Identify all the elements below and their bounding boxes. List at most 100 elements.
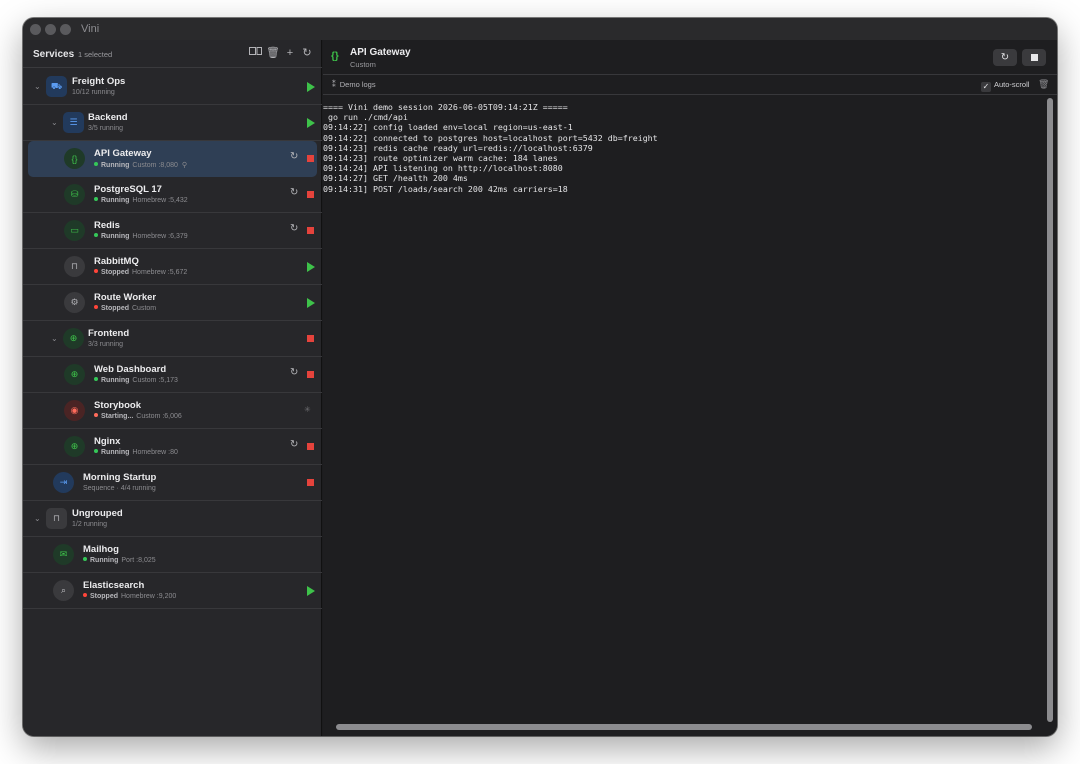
stop-button[interactable]	[307, 335, 314, 342]
stop-button[interactable]	[307, 155, 314, 162]
group-row[interactable]: ⌄ ⊓ Ungrouped 1/2 running	[23, 501, 322, 537]
row-name: Elasticsearch	[83, 580, 145, 591]
restart-button[interactable]: ↻	[290, 367, 298, 378]
loading-spinner-icon: ✳	[304, 405, 311, 414]
row-name: Nginx	[94, 436, 121, 447]
restart-button[interactable]: ↻	[290, 439, 298, 450]
refresh-icon[interactable]: ↻	[300, 46, 314, 60]
selection-count: 1 selected	[78, 50, 113, 59]
truck-icon: ⛟	[46, 76, 67, 97]
service-detail: Homebrew :5,432	[132, 197, 188, 204]
service-row[interactable]: ⚙ Route Worker Stopped Custom	[23, 285, 322, 321]
autoscroll-label: Auto-scroll	[994, 80, 1030, 89]
braces-icon: {}	[331, 51, 339, 62]
vertical-scrollbar[interactable]	[1047, 98, 1053, 722]
stop-button[interactable]	[307, 227, 314, 234]
title-bar: Vini	[23, 18, 1057, 40]
group-row[interactable]: ⌄ ☰ Backend 3/5 running	[23, 105, 322, 141]
row-status: Stopped Homebrew :5,672	[94, 269, 187, 276]
mail-icon: ✉	[53, 544, 74, 565]
log-source-label: Demo logs	[339, 80, 376, 89]
service-row[interactable]: ✉ Mailhog Running Port :8,025	[23, 537, 322, 573]
clear-logs-icon[interactable]: 🗑	[1038, 79, 1049, 90]
service-row[interactable]: ⌕ Elasticsearch Stopped Homebrew :9,200	[23, 573, 322, 609]
status-text: Running	[101, 162, 130, 169]
start-button[interactable]	[307, 118, 315, 128]
row-name: Mailhog	[83, 544, 119, 555]
stop-button[interactable]	[307, 443, 314, 450]
stop-icon	[1030, 54, 1038, 61]
autoscroll-toggle[interactable]: ✓ Auto-scroll	[981, 80, 1029, 92]
start-button[interactable]	[307, 82, 315, 92]
log-line: 09:14:31] POST /loads/search 200 42ms ca…	[323, 183, 568, 194]
service-row[interactable]: ⊕ Web Dashboard Running Custom :5,173 ↻	[23, 357, 322, 393]
server-icon: ☰	[63, 112, 84, 133]
log-line: 09:14:22] config loaded env=local region…	[323, 122, 573, 133]
restart-icon: ↻	[1000, 52, 1010, 63]
service-detail: Homebrew :6,379	[132, 233, 188, 240]
sidebar-title: Services	[33, 49, 75, 60]
trash-icon[interactable]: 🗑	[266, 46, 280, 60]
status-dot	[94, 162, 98, 166]
sidebar-header: Services 1 selected 🗑 + ↻	[23, 40, 322, 68]
start-button[interactable]	[307, 262, 315, 272]
service-row[interactable]: ⛁ PostgreSQL 17 Running Homebrew :5,432 ↻	[23, 177, 322, 213]
gears-icon: ⚙	[64, 292, 85, 313]
service-row[interactable]: ⊕ Nginx Running Homebrew :80 ↻	[23, 429, 322, 465]
service-row[interactable]: ▭ Redis Running Homebrew :6,379 ↻	[23, 213, 322, 249]
group-row[interactable]: ⌄ ⛟ Freight Ops 10/12 running	[23, 69, 322, 105]
sequence-row[interactable]: ⇥ Morning Startup Sequence · 4/4 running	[23, 465, 322, 501]
service-row[interactable]: {} API Gateway Running Custom :8,080 ⚲ ↻	[28, 141, 317, 177]
stop-button[interactable]	[307, 371, 314, 378]
zoom-window-button[interactable]	[60, 24, 71, 35]
row-status: Sequence · 4/4 running	[83, 485, 156, 492]
row-name: Backend	[88, 112, 128, 123]
checkmark-icon: ✓	[981, 82, 991, 92]
start-button[interactable]	[307, 586, 315, 596]
restart-button[interactable]: ↻	[290, 151, 298, 162]
group-row[interactable]: ⌄ ⊕ Frontend 3/3 running	[23, 321, 322, 357]
service-detail: Custom	[132, 305, 157, 312]
globe-icon: ⊕	[64, 364, 85, 385]
stop-button[interactable]	[307, 191, 314, 198]
chevron-down-icon[interactable]: ⌄	[34, 514, 41, 523]
horizontal-scrollbar[interactable]	[336, 724, 1032, 730]
restart-button[interactable]: ↻	[290, 187, 298, 198]
log-line: 09:14:22] connected to postgres host=loc…	[323, 132, 658, 143]
log-source: ⁑ Demo logs	[332, 80, 376, 89]
status-summary: Sequence · 4/4 running	[83, 485, 156, 492]
chevron-down-icon[interactable]: ⌄	[51, 118, 58, 127]
stop-button[interactable]	[307, 479, 314, 486]
service-detail: Homebrew :9,200	[121, 593, 177, 600]
log-line: 09:14:24] API listening on http://localh…	[323, 163, 563, 174]
stop-service-button[interactable]	[1022, 49, 1046, 66]
close-window-button[interactable]	[30, 24, 41, 35]
service-row[interactable]: ⊓ RabbitMQ Stopped Homebrew :5,672	[23, 249, 322, 285]
chevron-down-icon[interactable]: ⌄	[51, 334, 58, 343]
minimize-window-button[interactable]	[45, 24, 56, 35]
service-detail: Custom :8,080	[132, 162, 178, 169]
service-row[interactable]: ◉ Storybook Starting... Custom :6,006 ✳	[23, 393, 322, 429]
restart-service-button[interactable]: ↻	[993, 49, 1017, 66]
restart-button[interactable]: ↻	[290, 223, 298, 234]
start-button[interactable]	[307, 298, 315, 308]
service-detail: Homebrew :80	[132, 449, 178, 456]
database-icon: ⛁	[64, 184, 85, 205]
window-title: Vini	[81, 23, 100, 35]
services-sidebar: Services 1 selected 🗑 + ↻ ⌄ ⛟ Freight Ops 1…	[23, 40, 322, 736]
row-name: Freight Ops	[72, 76, 126, 87]
status-text: Running	[101, 197, 130, 204]
add-service-icon[interactable]: +	[283, 46, 297, 60]
status-dot	[94, 377, 98, 381]
row-status: 3/3 running	[88, 341, 123, 348]
row-status: 10/12 running	[72, 89, 115, 96]
chevron-down-icon[interactable]: ⌄	[34, 82, 41, 91]
row-status: Running Port :8,025	[83, 557, 156, 564]
row-name: Frontend	[88, 328, 130, 339]
group-selection-icon[interactable]	[248, 46, 262, 60]
row-name: PostgreSQL 17	[94, 184, 162, 195]
status-dot	[94, 197, 98, 201]
status-text: Running	[101, 449, 130, 456]
status-text: Stopped	[90, 593, 118, 600]
row-name: Morning Startup	[83, 472, 157, 483]
